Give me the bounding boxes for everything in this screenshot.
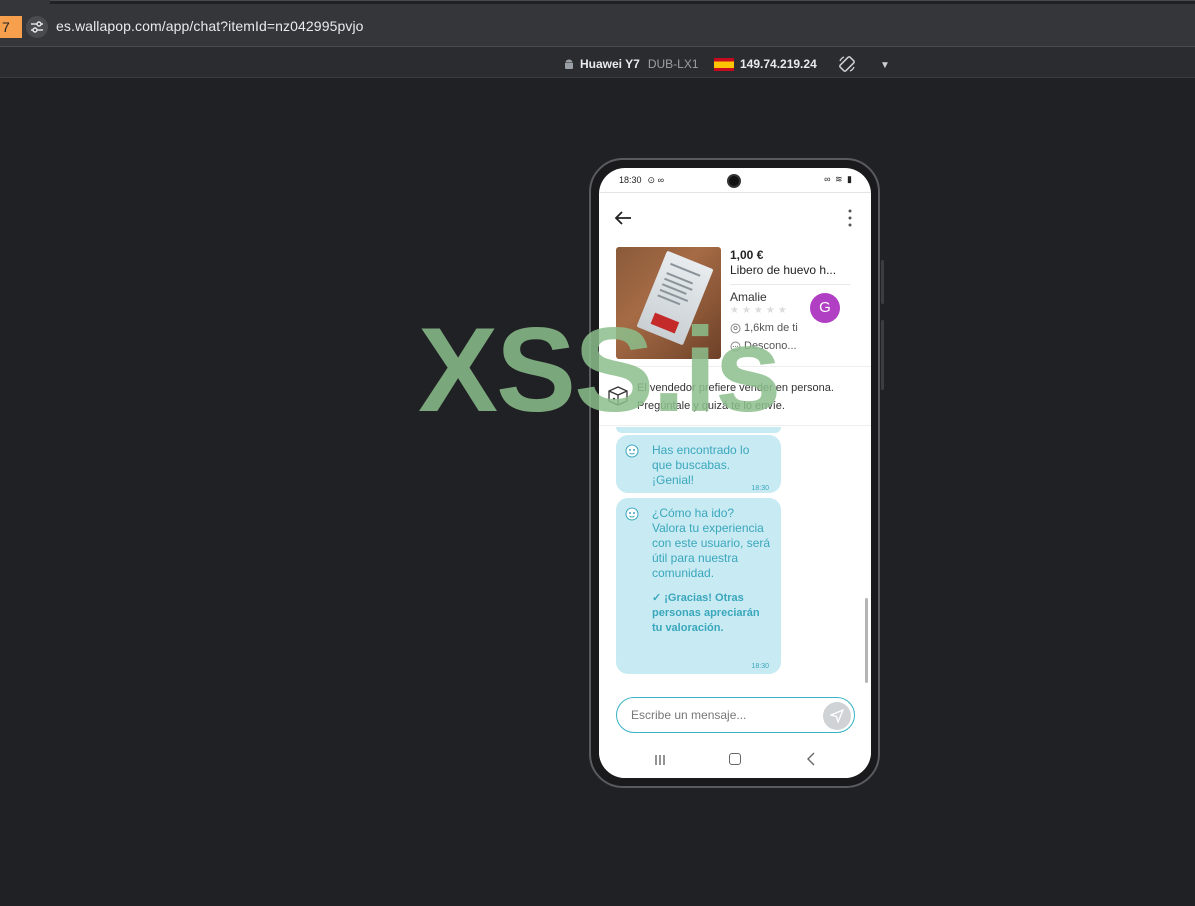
- recents-icon[interactable]: [654, 754, 666, 766]
- package-icon: [608, 386, 628, 406]
- item-price: 1,00 €: [730, 248, 764, 262]
- device-info-bar: Huawei Y7 DUB-LX1 149.74.219.24: [0, 47, 1195, 78]
- seller-rating: ★★★★★: [730, 305, 790, 316]
- status-time: 18:30: [619, 175, 642, 185]
- front-camera: [727, 174, 741, 188]
- android-icon: [565, 59, 573, 69]
- rotate-device-icon[interactable]: [838, 55, 856, 73]
- device-name: Huawei Y7: [580, 57, 640, 71]
- spain-flag-icon: [714, 57, 734, 71]
- shipping-text: El vendedor prefiere vender en persona. …: [637, 382, 834, 412]
- message-input-container: [616, 697, 855, 733]
- ip-label: 149.74.219.24: [714, 57, 817, 71]
- message-time: 18:30: [751, 663, 769, 670]
- message-time: 18:30: [751, 485, 769, 492]
- site-settings-icon[interactable]: [26, 16, 48, 38]
- distance-text: 1,6km de ti: [744, 322, 798, 334]
- response-info: Descono...: [730, 340, 797, 352]
- send-icon: [830, 709, 844, 723]
- chat-scrollbar[interactable]: [865, 598, 868, 683]
- response-text: Descono...: [744, 340, 797, 352]
- item-title[interactable]: Libero de huevo h...: [730, 263, 836, 277]
- bot-icon: [625, 507, 639, 521]
- ip-address: 149.74.219.24: [740, 57, 817, 71]
- status-icons-left: ⊙ ∞: [647, 174, 664, 185]
- chat-bubble-icon: [730, 341, 741, 351]
- message-bubble: ¿Cómo ha ido? Valora tu experiencia con …: [616, 498, 781, 674]
- device-label: Huawei Y7 DUB-LX1: [563, 57, 699, 71]
- seller-name[interactable]: Amalie: [730, 290, 767, 304]
- more-options-icon[interactable]: [847, 208, 853, 228]
- status-icons-right: ∞ ≋ ▮: [824, 174, 853, 184]
- url-text[interactable]: es.wallapop.com/app/chat?itemId=nz042995…: [56, 18, 364, 34]
- dropdown-caret-icon[interactable]: ▼: [880, 60, 890, 71]
- message-input[interactable]: [631, 706, 811, 724]
- item-thumbnail[interactable]: [616, 247, 721, 359]
- shipping-notice: El vendedor prefiere vender en persona. …: [599, 366, 871, 426]
- chat-messages[interactable]: Has encontrado lo que buscabas. ¡Genial!…: [599, 427, 871, 685]
- rating-thanks-text: ✓ ¡Gracias! Otras personas apreciarán tu…: [652, 592, 760, 634]
- phone-frame: 18:30 ⊙ ∞ ∞ ≋ ▮ 1,00 € Libero de huevo h…: [589, 158, 884, 788]
- message-bubble: Has encontrado lo que buscabas. ¡Genial!…: [616, 435, 781, 493]
- tab-stub[interactable]: 7: [0, 16, 22, 38]
- address-bar: 7 es.wallapop.com/app/chat?itemId=nz0429…: [0, 6, 1195, 46]
- location-pin-icon: [730, 323, 741, 333]
- nav-back-icon[interactable]: [805, 752, 817, 766]
- device-model: DUB-LX1: [647, 57, 699, 71]
- message-text: ¿Cómo ha ido? Valora tu experiencia con …: [652, 506, 771, 580]
- phone-screen: 18:30 ⊙ ∞ ∞ ≋ ▮ 1,00 € Libero de huevo h…: [599, 168, 871, 778]
- bot-icon: [625, 444, 639, 458]
- send-button[interactable]: [823, 702, 851, 730]
- home-icon[interactable]: [729, 753, 741, 765]
- android-nav-bar: [599, 746, 871, 778]
- back-arrow-icon[interactable]: [613, 208, 633, 228]
- seller-avatar[interactable]: G: [810, 293, 840, 323]
- distance-info: 1,6km de ti: [730, 322, 798, 334]
